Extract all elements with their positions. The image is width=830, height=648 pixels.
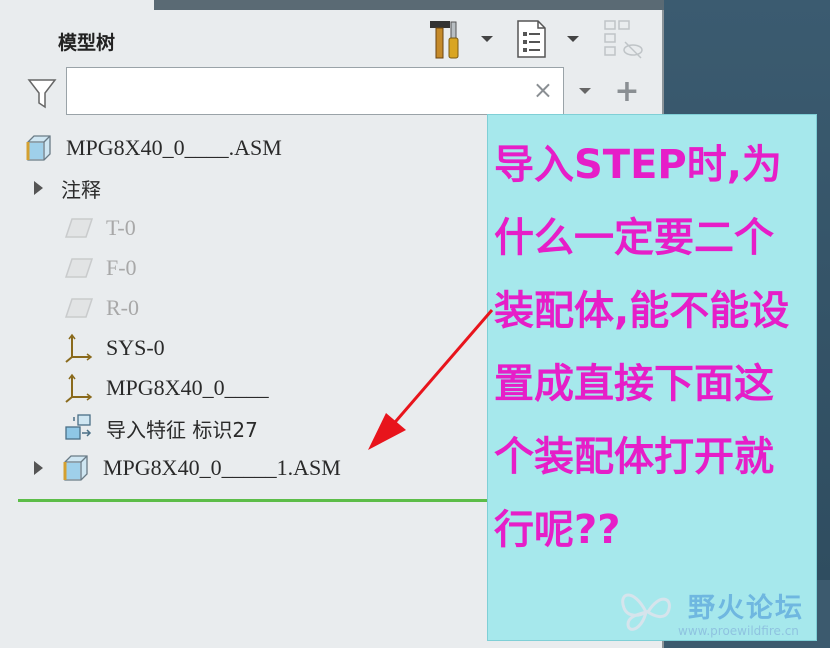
- expand-icon[interactable]: [34, 461, 43, 475]
- panel-title: 模型树: [58, 32, 116, 54]
- butterfly-logo-icon: [621, 593, 671, 631]
- tree-row-label: MPG8X40_0_____1.ASM: [103, 455, 341, 480]
- settings-dropdown[interactable]: [478, 34, 496, 44]
- tree-visibility-icon: [604, 20, 643, 59]
- tree-row[interactable]: 注释: [34, 170, 101, 206]
- settings-button[interactable]: [424, 16, 466, 62]
- filter-button[interactable]: [24, 74, 60, 112]
- funnel-icon: [27, 79, 57, 109]
- assembly-icon: [26, 135, 51, 161]
- tree-row[interactable]: R-0: [64, 290, 139, 326]
- annotation-arrow: [368, 309, 494, 450]
- filter-dropdown[interactable]: [576, 86, 594, 96]
- coordinate-system-icon: [65, 373, 93, 403]
- tree-row-label: 注释: [61, 177, 101, 202]
- expand-icon[interactable]: [34, 181, 43, 195]
- coordinate-system-icon: [65, 333, 93, 363]
- tree-row-label: F-0: [106, 255, 137, 280]
- datum-plane-icon: [64, 218, 94, 238]
- tree-row-label: R-0: [106, 295, 139, 320]
- tree-row-label: MPG8X40_0____.ASM: [66, 135, 282, 160]
- filter-box: ×: [66, 67, 564, 115]
- watermark: 野火论坛 www.proewildfire.cn: [612, 580, 824, 646]
- chevron-down-icon: [567, 36, 579, 42]
- tree-visibility-button[interactable]: [600, 16, 646, 62]
- show-button[interactable]: [510, 16, 552, 62]
- annotation-box: 导入STEP时,为什么一定要二个装配体,能不能设置成直接下面这个装配体打开就行呢…: [487, 114, 817, 641]
- tree-row-label: SYS-0: [106, 335, 165, 360]
- chevron-down-icon: [481, 36, 493, 42]
- list-document-icon: [517, 20, 546, 58]
- tree-row-label: 导入特征 标识27: [106, 417, 258, 442]
- tree-row[interactable]: T-0: [64, 210, 136, 246]
- filter-input[interactable]: [73, 68, 517, 114]
- clear-icon[interactable]: ×: [533, 76, 553, 104]
- tree-row[interactable]: SYS-0: [64, 330, 165, 366]
- tree-row[interactable]: F-0: [64, 250, 137, 286]
- hammer-screwdriver-icon: [430, 21, 459, 59]
- tree-row[interactable]: 导入特征 标识27: [64, 410, 258, 446]
- assembly-icon: [63, 455, 88, 481]
- show-dropdown[interactable]: [564, 34, 582, 44]
- tree-row[interactable]: MPG8X40_0____: [64, 370, 269, 406]
- add-filter-button[interactable]: +: [612, 74, 642, 109]
- tree-row-label: T-0: [106, 215, 136, 240]
- datum-plane-icon: [64, 258, 94, 278]
- annotation-text: 导入STEP时,为什么一定要二个装配体,能不能设置成直接下面这个装配体打开就行呢…: [494, 142, 790, 553]
- tree-row-label: MPG8X40_0____: [106, 375, 269, 400]
- datum-plane-icon: [64, 298, 94, 318]
- tree-row[interactable]: MPG8X40_0_____1.ASM: [34, 450, 341, 486]
- chevron-down-icon: [579, 88, 591, 94]
- tree-row[interactable]: MPG8X40_0____.ASM: [24, 130, 282, 166]
- import-feature-icon: [65, 414, 92, 440]
- watermark-name: 野火论坛: [688, 593, 804, 624]
- watermark-url: www.proewildfire.cn: [678, 624, 799, 638]
